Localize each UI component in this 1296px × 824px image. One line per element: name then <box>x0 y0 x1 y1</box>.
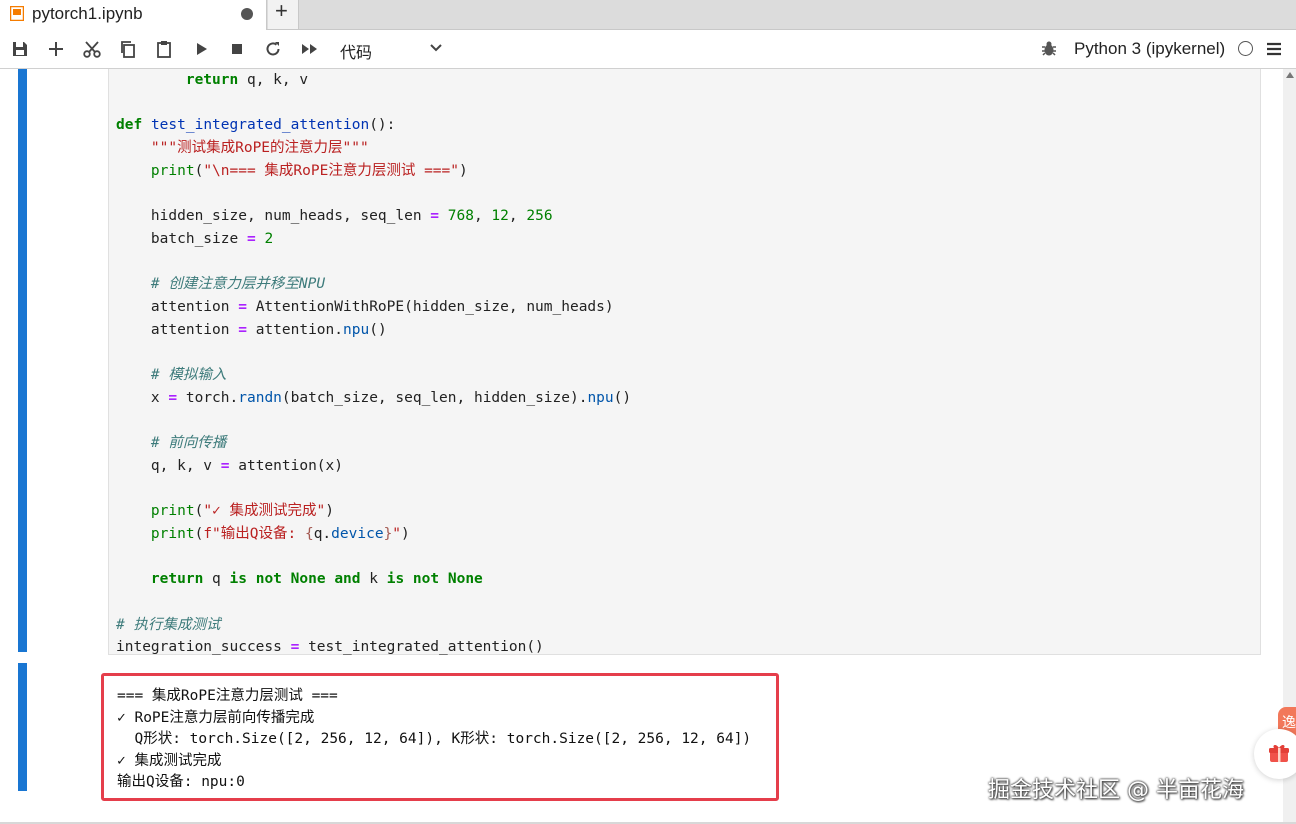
tab-bar: pytorch1.ipynb + <box>0 0 1296 30</box>
copy-icon[interactable] <box>118 39 138 59</box>
output-line: Q形状: torch.Size([2, 256, 12, 64]), K形状: … <box>117 731 752 747</box>
code-line: return q, k, v <box>185 72 309 88</box>
code-line: hidden_size, num_heads, seq_len = 768, 1… <box>150 208 553 225</box>
code-line: """测试集成RoPE的注意力层""" <box>150 140 369 157</box>
code-line: # 执行集成测试 <box>116 616 221 633</box>
code-line: # 模拟输入 <box>150 366 227 383</box>
stop-icon[interactable] <box>227 39 247 59</box>
save-icon[interactable] <box>10 39 30 59</box>
watermark: 掘金技术社区 @ 半亩花海 <box>988 778 1244 803</box>
code-line: print(f"输出Q设备: {q.device}") <box>150 525 410 542</box>
code-line: integration_success = test_integrated_at… <box>116 639 544 656</box>
add-cell-icon[interactable] <box>46 39 66 59</box>
code-line: q, k, v = attention(x) <box>150 457 343 474</box>
menu-icon[interactable] <box>1266 41 1282 57</box>
debugger-bug-icon[interactable] <box>1040 40 1058 58</box>
active-cell-bar[interactable] <box>18 69 27 652</box>
cell-output[interactable]: === 集成RoPE注意力层测试 === ✓ RoPE注意力层前向传播完成 Q形状… <box>101 673 779 801</box>
run-icon[interactable] <box>191 39 211 59</box>
code-line: # 创建注意力层并移至NPU <box>150 276 326 293</box>
tab-title: pytorch1.ipynb <box>32 4 143 23</box>
notebook-tab[interactable]: pytorch1.ipynb <box>0 0 267 30</box>
code-line: x = torch.randn(batch_size, seq_len, hid… <box>150 389 632 406</box>
gift-icon <box>1269 744 1289 762</box>
code-line: batch_size = 2 <box>150 230 274 247</box>
code-line: attention = AttentionWithRoPE(hidden_siz… <box>150 298 614 315</box>
notebook-icon <box>10 6 24 21</box>
code-line: def test_integrated_attention(): <box>116 117 396 134</box>
notebook-toolbar: 代码 Python 3 (ipykernel) <box>0 30 1296 69</box>
output-cell-bar[interactable] <box>18 663 27 791</box>
floating-gift-button[interactable] <box>1254 729 1296 779</box>
scroll-up-arrow-icon[interactable] <box>1286 72 1294 78</box>
kernel-status-icon <box>1238 41 1253 56</box>
run-all-icon[interactable] <box>300 39 320 59</box>
output-line: === 集成RoPE注意力层测试 === <box>117 688 338 704</box>
output-line: ✓ RoPE注意力层前向传播完成 <box>117 709 315 726</box>
code-line: # 前向传播 <box>150 435 227 451</box>
kernel-name[interactable]: Python 3 (ipykernel) <box>1074 39 1225 59</box>
plus-icon: + <box>275 0 288 23</box>
code-line: return q is not None and k is not None <box>150 571 483 588</box>
code-line: print("✓ 集成测试完成") <box>150 503 334 520</box>
code-content[interactable]: return q, k, v def test_integrated_attent… <box>116 69 631 659</box>
output-line: 输出Q设备: npu:0 <box>117 774 245 790</box>
code-line: print("\n=== 集成RoPE注意力层测试 ===") <box>150 162 468 179</box>
new-tab-button[interactable]: + <box>268 0 299 29</box>
restart-icon[interactable] <box>263 39 283 59</box>
code-line: attention = attention.npu() <box>150 321 387 338</box>
paste-icon[interactable] <box>154 39 174 59</box>
cut-icon[interactable] <box>82 39 102 59</box>
unsaved-indicator-icon[interactable] <box>241 8 253 20</box>
notebook-area: return q, k, v def test_integrated_attent… <box>0 69 1296 824</box>
output-line: ✓ 集成测试完成 <box>117 752 222 769</box>
cell-type-select[interactable]: 代码 <box>340 39 372 63</box>
chevron-down-icon[interactable] <box>429 41 443 55</box>
output-text: === 集成RoPE注意力层测试 === ✓ RoPE注意力层前向传播完成 Q形状… <box>117 686 751 794</box>
